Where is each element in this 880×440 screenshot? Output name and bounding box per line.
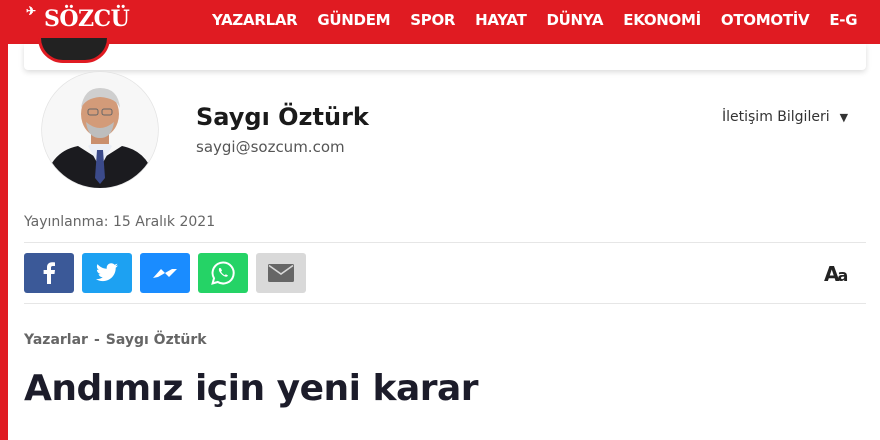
breadcrumb-section-link[interactable]: Yazarlar bbox=[24, 332, 88, 348]
nav-item-egazete[interactable]: E-G bbox=[829, 11, 857, 29]
share-facebook-button[interactable] bbox=[24, 253, 74, 293]
nav-item-yazarlar[interactable]: YAZARLAR bbox=[212, 11, 298, 29]
nav-item-ekonomi[interactable]: EKONOMİ bbox=[623, 11, 701, 29]
breadcrumb: Yazarlar - Saygı Öztürk bbox=[24, 332, 207, 348]
author-email[interactable]: saygi@sozcum.com bbox=[196, 138, 345, 156]
breadcrumb-author-link[interactable]: Saygı Öztürk bbox=[106, 332, 207, 348]
share-twitter-button[interactable] bbox=[82, 253, 132, 293]
email-icon bbox=[268, 264, 294, 282]
sticky-author-card bbox=[24, 44, 866, 70]
publish-date: Yayınlanma: 15 Aralık 2021 bbox=[24, 214, 216, 230]
logo-mark-icon: ✈ bbox=[26, 4, 36, 18]
author-name[interactable]: Saygı Öztürk bbox=[196, 103, 369, 131]
top-navbar: ✈ SÖZCÜ YAZARLAR GÜNDEM SPOR HAYAT DÜNYA… bbox=[0, 0, 880, 44]
twitter-icon bbox=[96, 263, 118, 282]
left-brand-stripe bbox=[0, 44, 8, 440]
nav-item-hayat[interactable]: HAYAT bbox=[475, 11, 527, 29]
share-whatsapp-button[interactable] bbox=[198, 253, 248, 293]
nav-item-gundem[interactable]: GÜNDEM bbox=[317, 11, 390, 29]
facebook-icon bbox=[43, 262, 55, 284]
font-size-big-glyph: A bbox=[824, 262, 840, 286]
main-nav: YAZARLAR GÜNDEM SPOR HAYAT DÜNYA EKONOMİ… bbox=[212, 11, 877, 29]
font-size-small-glyph: a bbox=[837, 266, 848, 285]
breadcrumb-separator: - bbox=[93, 332, 100, 348]
font-size-toggle[interactable]: Aa bbox=[824, 262, 848, 286]
messenger-icon bbox=[153, 269, 177, 278]
caret-down-icon: ▼ bbox=[839, 111, 849, 124]
divider-bottom bbox=[24, 303, 866, 304]
share-email-button[interactable] bbox=[256, 253, 306, 293]
nav-item-spor[interactable]: SPOR bbox=[410, 11, 455, 29]
contact-info-label: İletişim Bilgileri bbox=[722, 109, 830, 125]
divider-top bbox=[24, 242, 866, 243]
article-title: Andımız için yeni karar bbox=[24, 368, 479, 409]
contact-info-dropdown[interactable]: İletişim Bilgileri ▼ bbox=[722, 109, 848, 125]
whatsapp-icon bbox=[211, 261, 235, 285]
nav-item-dunya[interactable]: DÜNYA bbox=[547, 11, 604, 29]
logo-text: SÖZCÜ bbox=[44, 6, 130, 32]
author-avatar bbox=[41, 71, 159, 188]
nav-item-otomotiv[interactable]: OTOMOTİV bbox=[721, 11, 810, 29]
site-logo[interactable]: ✈ SÖZCÜ bbox=[22, 4, 130, 32]
share-messenger-button[interactable] bbox=[140, 253, 190, 293]
